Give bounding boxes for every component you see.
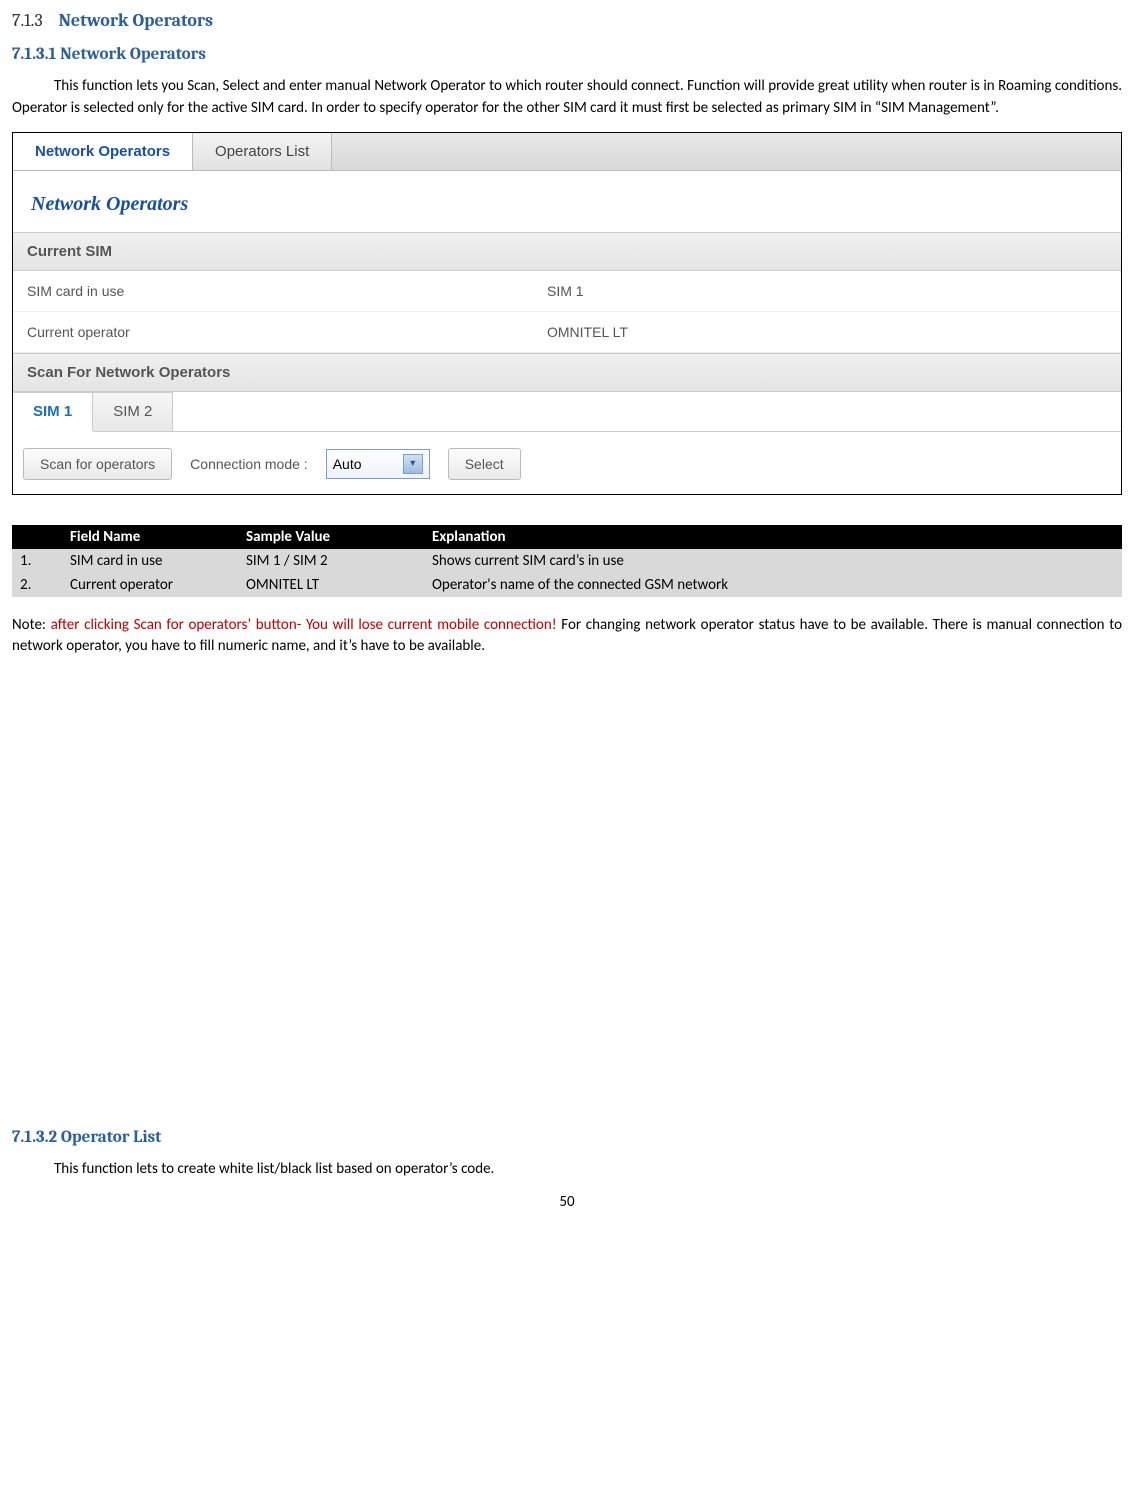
note-prefix: Note: bbox=[12, 616, 51, 634]
scan-for-operators-button[interactable]: Scan for operators bbox=[23, 448, 172, 480]
row-current-operator: Current operator OMNITEL LT bbox=[13, 312, 1121, 353]
section-scan: Scan For Network Operators bbox=[13, 353, 1121, 392]
sim-subtabs: SIM 1 SIM 2 bbox=[13, 392, 1121, 432]
label-sim-in-use: SIM card in use bbox=[27, 283, 547, 299]
label-current-operator: Current operator bbox=[27, 324, 547, 340]
heading-7-1-3-2: 7.1.3.2 Operator List bbox=[12, 1128, 1122, 1147]
heading-7-1-3-1: 7.1.3.1 Network Operators bbox=[12, 45, 1122, 64]
th-blank bbox=[12, 525, 62, 549]
fields-table: Field Name Sample Value Explanation 1. S… bbox=[12, 525, 1122, 597]
table-header-row: Field Name Sample Value Explanation bbox=[12, 525, 1122, 549]
tab-operators-list[interactable]: Operators List bbox=[193, 133, 332, 170]
page-number: 50 bbox=[12, 1193, 1122, 1211]
connection-mode-select[interactable]: Auto ▾ bbox=[326, 449, 430, 479]
th-explanation: Explanation bbox=[424, 525, 1122, 549]
cell-num: 1. bbox=[12, 549, 62, 573]
chevron-down-icon: ▾ bbox=[403, 454, 423, 474]
note-warning: after clicking Scan for operators’ butto… bbox=[51, 616, 562, 634]
cell-field-name: SIM card in use bbox=[62, 549, 238, 573]
connection-mode-label: Connection mode : bbox=[190, 456, 308, 472]
subtab-sim2[interactable]: SIM 2 bbox=[93, 392, 173, 431]
cell-sample-value: SIM 1 / SIM 2 bbox=[238, 549, 424, 573]
screenshot-network-operators: Network Operators Operators List Network… bbox=[12, 132, 1122, 495]
cell-field-name: Current operator bbox=[62, 573, 238, 597]
row-sim-in-use: SIM card in use SIM 1 bbox=[13, 271, 1121, 312]
cell-explanation: Shows current SIM card’s in use bbox=[424, 549, 1122, 573]
cell-sample-value: OMNITEL LT bbox=[238, 573, 424, 597]
cell-num: 2. bbox=[12, 573, 62, 597]
table-row: 1. SIM card in use SIM 1 / SIM 2 Shows c… bbox=[12, 549, 1122, 573]
value-sim-in-use: SIM 1 bbox=[547, 283, 1107, 299]
table-row: 2. Current operator OMNITEL LT Operator'… bbox=[12, 573, 1122, 597]
subtab-sim1[interactable]: SIM 1 bbox=[13, 392, 93, 432]
top-tabs: Network Operators Operators List bbox=[13, 133, 1121, 171]
note-paragraph: Note: after clicking Scan for operators’… bbox=[12, 615, 1122, 659]
heading-title: Network Operators bbox=[59, 10, 213, 31]
connection-mode-value: Auto bbox=[333, 456, 362, 472]
section-current-sim: Current SIM bbox=[13, 232, 1121, 271]
tab-network-operators[interactable]: Network Operators bbox=[13, 133, 193, 170]
th-sample-value: Sample Value bbox=[238, 525, 424, 549]
th-field-name: Field Name bbox=[62, 525, 238, 549]
scan-controls: Scan for operators Connection mode : Aut… bbox=[13, 432, 1121, 494]
cell-explanation: Operator's name of the connected GSM net… bbox=[424, 573, 1122, 597]
panel-title: Network Operators bbox=[13, 171, 1121, 232]
heading-number: 7.1.3 bbox=[12, 10, 43, 31]
value-current-operator: OMNITEL LT bbox=[547, 324, 1107, 340]
select-button[interactable]: Select bbox=[448, 448, 521, 480]
intro-paragraph: This function lets you Scan, Select and … bbox=[12, 76, 1122, 120]
operator-list-paragraph: This function lets to create white list/… bbox=[12, 1159, 1122, 1181]
heading-7-1-3: 7.1.3 Network Operators bbox=[12, 10, 1122, 31]
